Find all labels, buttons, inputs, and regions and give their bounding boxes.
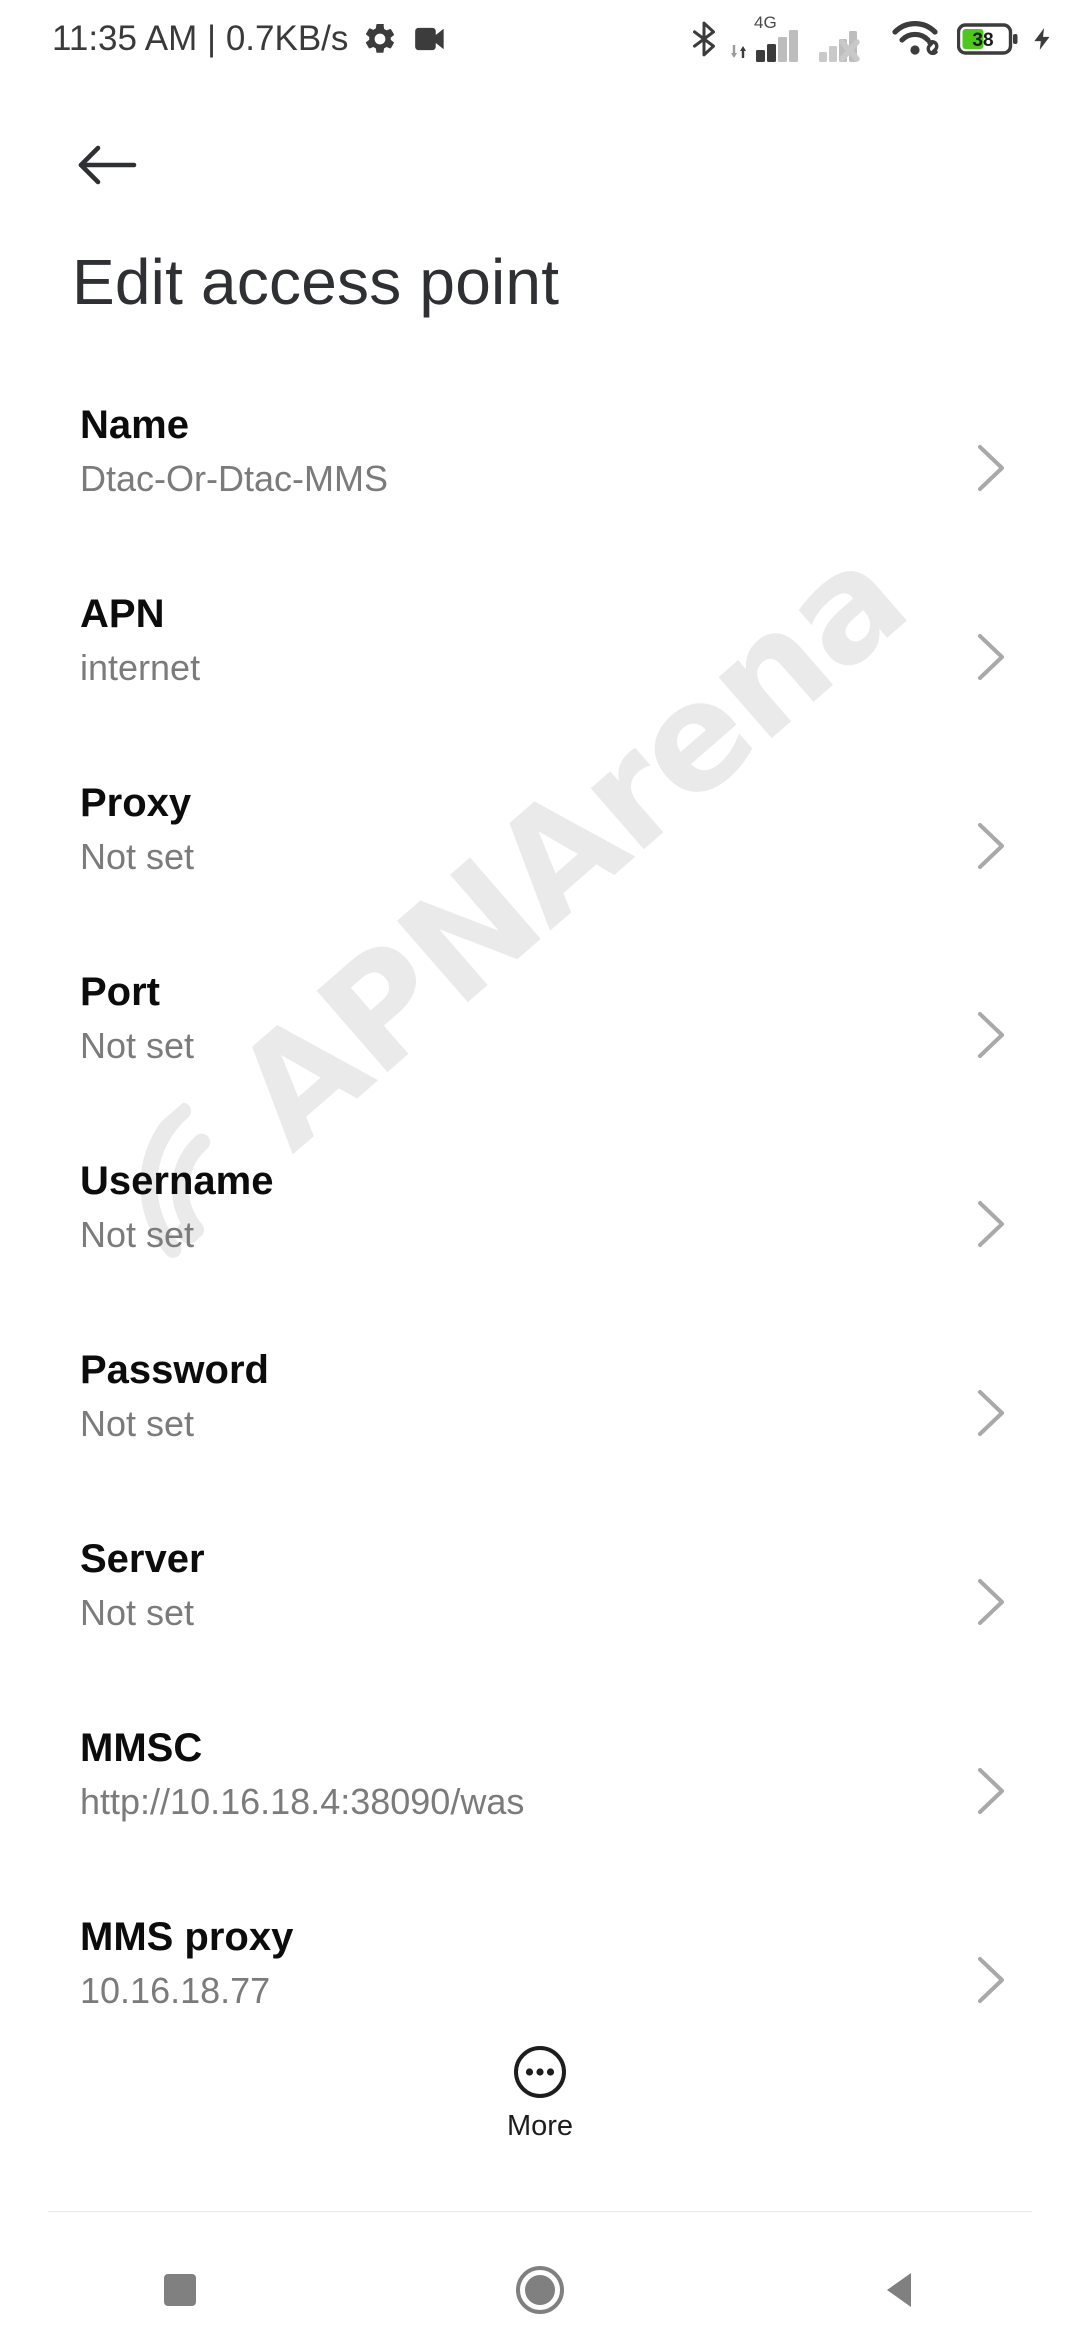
- phone-screen: APNArena 11:35 AM | 0.7KB/s 4G 38 Edit a…: [0, 0, 1080, 2340]
- arrow-left-icon: [78, 145, 137, 185]
- back-button[interactable]: [62, 120, 152, 210]
- list-item-label: Proxy: [80, 781, 192, 825]
- status-bar-right: 4G 38: [689, 13, 1056, 62]
- chevron-right-icon: [978, 1579, 1004, 1625]
- recents-button[interactable]: [105, 2240, 255, 2340]
- list-item-label: MMS proxy: [80, 1915, 294, 1959]
- navigation-bar: [0, 2240, 1080, 2340]
- list-item-label: Password: [80, 1348, 269, 1392]
- chevron-right-icon: [978, 1390, 1004, 1436]
- charging-bolt-icon: [1034, 28, 1050, 50]
- list-item-label: Name: [80, 403, 189, 447]
- list-item[interactable]: Port Not set: [0, 972, 1080, 1161]
- list-item-value: 10.16.18.77: [80, 1970, 271, 2011]
- more-button[interactable]: More: [0, 2044, 1080, 2143]
- chevron-right-icon: [978, 1012, 1004, 1058]
- chevron-right-icon: [978, 1201, 1004, 1247]
- list-item-value: Not set: [80, 836, 195, 877]
- gear-icon: [366, 23, 395, 53]
- network-type-label: 4G: [754, 13, 777, 32]
- list-item[interactable]: Server Not set: [0, 1539, 1080, 1728]
- home-button[interactable]: [465, 2240, 615, 2340]
- bottom-divider: [48, 2211, 1032, 2212]
- camcorder-icon: [415, 27, 445, 51]
- signal-bars-4g-icon: [756, 30, 798, 62]
- status-bar-left: 11:35 AM | 0.7KB/s: [52, 19, 450, 59]
- list-item-value: Dtac-Or-Dtac-MMS: [80, 458, 388, 499]
- list-item-label: Server: [80, 1537, 205, 1581]
- settings-list: Name Dtac-Or-Dtac-MMS APN internet Proxy Not …: [0, 405, 1080, 2106]
- list-item-label: Port: [80, 970, 160, 1014]
- list-item-value: Not set: [80, 1214, 195, 1255]
- list-item-label: APN: [80, 592, 165, 636]
- battery-icon: 38: [957, 23, 1018, 55]
- battery-level-text: 38: [972, 30, 993, 51]
- list-item[interactable]: Name Dtac-Or-Dtac-MMS: [0, 405, 1080, 594]
- status-bar: 11:35 AM | 0.7KB/s 4G 38: [0, 0, 1080, 78]
- list-item-label: Username: [80, 1159, 274, 1203]
- list-item-value: Not set: [80, 1592, 195, 1633]
- list-item[interactable]: MMSC http://10.16.18.4:38090/was: [0, 1728, 1080, 1917]
- chevron-right-icon: [978, 445, 1004, 491]
- circle-icon: [516, 2266, 564, 2314]
- list-item-value: internet: [80, 647, 201, 688]
- back-nav-button[interactable]: [825, 2240, 975, 2340]
- sim2-status: [819, 16, 881, 62]
- data-activity-arrows-icon: [731, 45, 746, 58]
- list-item[interactable]: APN internet: [0, 594, 1080, 783]
- status-clock-and-netspeed: 11:35 AM | 0.7KB/s: [52, 19, 349, 58]
- list-item[interactable]: Proxy Not set: [0, 783, 1080, 972]
- list-item[interactable]: Username Not set: [0, 1161, 1080, 1350]
- chevron-right-icon: [978, 823, 1004, 869]
- square-icon: [164, 2274, 196, 2306]
- chevron-right-icon: [978, 1957, 1004, 2003]
- chevron-right-icon: [978, 1768, 1004, 1814]
- sim1-status: 4G: [730, 13, 808, 62]
- list-item-value: http://10.16.18.4:38090/was: [80, 1781, 525, 1822]
- more-button-label: More: [506, 2110, 574, 2142]
- wifi-link-icon: [892, 21, 939, 56]
- page-title: Edit access point: [72, 246, 560, 318]
- chevron-right-icon: [978, 634, 1004, 680]
- bluetooth-icon: [692, 21, 716, 57]
- signal-bars-no-service-icon: [819, 31, 860, 62]
- list-item-label: MMSC: [80, 1726, 203, 1770]
- list-item-value: Not set: [80, 1025, 195, 1066]
- list-item-value: Not set: [80, 1403, 195, 1444]
- triangle-left-icon: [887, 2273, 911, 2307]
- overflow-dots-circle-icon: [514, 2046, 566, 2098]
- list-item[interactable]: Password Not set: [0, 1350, 1080, 1539]
